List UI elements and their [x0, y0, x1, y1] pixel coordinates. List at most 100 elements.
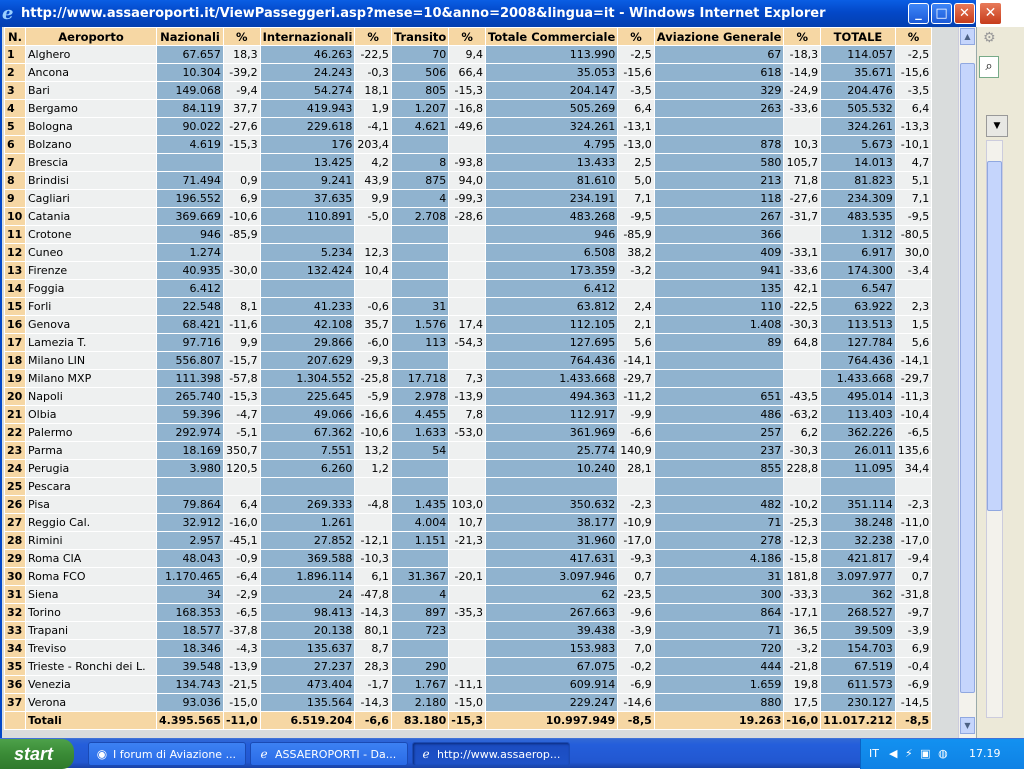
table-cell: -33,6 [783, 261, 822, 280]
search-icon[interactable]: ⌕ [979, 56, 999, 78]
scroll-thumb[interactable] [960, 63, 975, 693]
close-button[interactable]: ✕ [954, 3, 975, 24]
table-cell: 32.238 [820, 531, 896, 550]
table-cell: 39.438 [485, 621, 619, 640]
totals-cell: -8,5 [617, 711, 655, 730]
table-cell: 369.588 [259, 549, 356, 568]
chevron-down-icon[interactable]: ▼ [986, 115, 1008, 137]
table-cell: 0,9 [222, 171, 261, 190]
table-cell: 17,4 [448, 315, 487, 334]
table-cell: 9 [4, 189, 26, 208]
column-header: Aviazione Generale [653, 27, 785, 46]
background-scroll-thumb[interactable] [987, 161, 1002, 511]
table-cell: 1.767 [390, 675, 450, 694]
table-cell: 2,4 [617, 297, 655, 316]
table-cell: 10.304 [156, 63, 224, 82]
table-cell: 19 [4, 369, 26, 388]
table-row: 16 Genova 68.421 -11,6 42.108 35,7 1.576 17,4 11… [4, 315, 933, 334]
table-cell: 64,8 [783, 333, 822, 352]
table-cell: 10.240 [485, 459, 619, 478]
column-header: N. [4, 27, 26, 46]
table-cell: 17 [4, 333, 26, 352]
table-cell: -0,2 [617, 657, 655, 676]
table-cell: 350.632 [485, 495, 619, 514]
table-cell: -15,0 [222, 693, 261, 712]
language-indicator[interactable]: IT [869, 739, 879, 769]
table-cell: 611.573 [820, 675, 896, 694]
scroll-down-arrow[interactable]: ▼ [960, 717, 975, 734]
taskbar-item[interactable]: ℯ ASSAEROPORTI - Da... [250, 742, 408, 766]
table-cell: 207.629 [259, 351, 356, 370]
title-bar: e http://www.assaeroporti.it/ViewPassegg… [0, 0, 976, 27]
background-close-button[interactable]: ✕ [979, 2, 1002, 25]
table-cell: 114.057 [820, 45, 896, 64]
table-cell: -4,8 [354, 495, 392, 514]
table-cell: -9,3 [354, 351, 392, 370]
table-cell: 7 [4, 153, 26, 172]
table-row: 30 Roma FCO 1.170.465 -6,4 1.896.114 6,1 31.36… [4, 567, 933, 586]
table-cell: 28 [4, 531, 26, 550]
table-cell: 6.260 [259, 459, 356, 478]
table-cell: Lamezia T. [25, 333, 157, 352]
table-cell: 8,1 [222, 297, 261, 316]
table-cell: 111.398 [156, 369, 224, 388]
column-header: Aeroporto [25, 27, 157, 46]
taskbar-item[interactable]: ◉ I forum di Aviazione ... [88, 742, 246, 766]
table-cell: 257 [653, 423, 785, 442]
table-cell: 3.097.946 [485, 567, 619, 586]
table-cell: 97.716 [156, 333, 224, 352]
tray-icons[interactable]: ◀ ⚡ ▣ ◍ [889, 739, 950, 769]
table-cell: 62 [485, 585, 619, 604]
table-cell: 618 [653, 63, 785, 82]
table-cell: 580 [653, 153, 785, 172]
table-cell: -37,8 [222, 621, 261, 640]
table-cell: Bergamo [25, 99, 157, 118]
table-cell: 897 [390, 603, 450, 622]
table-cell: 174.300 [820, 261, 896, 280]
table-cell: 362 [820, 585, 896, 604]
table-cell: 5.234 [259, 243, 356, 262]
table-row: 11 Crotone 946 -85,9 946 -85,9 366 1.312 -80,5 [4, 225, 933, 244]
table-cell: 880 [653, 693, 785, 712]
maximize-button[interactable]: □ [931, 3, 952, 24]
taskbar-item-active[interactable]: ℯ http://www.assaerop... [412, 742, 570, 766]
table-cell [390, 243, 450, 262]
table-cell: 1 [4, 45, 26, 64]
table-row: 13 Firenze 40.935 -30,0 132.424 10,4 173.359 -3… [4, 261, 933, 280]
table-cell: 18.346 [156, 639, 224, 658]
vertical-scrollbar[interactable]: ▲ ▼ [958, 27, 976, 738]
table-cell: 21 [4, 405, 26, 424]
firefox-icon: ◉ [96, 747, 108, 761]
table-cell: 1.576 [390, 315, 450, 334]
totals-cell: 10.997.949 [485, 711, 619, 730]
scroll-up-arrow[interactable]: ▲ [960, 28, 975, 45]
table-row: 1 Alghero 67.657 18,3 46.263 -22,5 70 9,4 113.99… [4, 45, 933, 64]
table-header-row: N. Aeroporto Nazionali% Internazionali% Tran… [4, 27, 933, 46]
table-cell [448, 459, 487, 478]
table-cell: 20 [4, 387, 26, 406]
table-cell: -10,3 [354, 549, 392, 568]
table-cell: 13 [4, 261, 26, 280]
table-cell: 1.896.114 [259, 567, 356, 586]
table-cell: -16,0 [222, 513, 261, 532]
table-cell: 153.983 [485, 639, 619, 658]
table-cell: 6,4 [894, 99, 933, 118]
ie-icon: ℯ [260, 747, 268, 761]
table-cell: -33,6 [783, 99, 822, 118]
table-cell: -3,2 [617, 261, 655, 280]
table-cell [448, 279, 487, 298]
table-cell: 366 [653, 225, 785, 244]
table-cell: Rimini [25, 531, 157, 550]
table-cell: 54 [390, 441, 450, 460]
table-cell: 34 [156, 585, 224, 604]
table-cell: -21,3 [448, 531, 487, 550]
table-cell: Pisa [25, 495, 157, 514]
minimize-button[interactable]: _ [908, 3, 929, 24]
table-cell: -13,9 [448, 387, 487, 406]
start-button[interactable]: start [0, 739, 74, 769]
table-cell: 17.718 [390, 369, 450, 388]
column-header: % [617, 27, 655, 46]
background-scrollbar[interactable] [986, 140, 1003, 718]
table-cell: -14,6 [617, 693, 655, 712]
table-row: 9 Cagliari 196.552 6,9 37.635 9,9 4 -99,3 234.19… [4, 189, 933, 208]
